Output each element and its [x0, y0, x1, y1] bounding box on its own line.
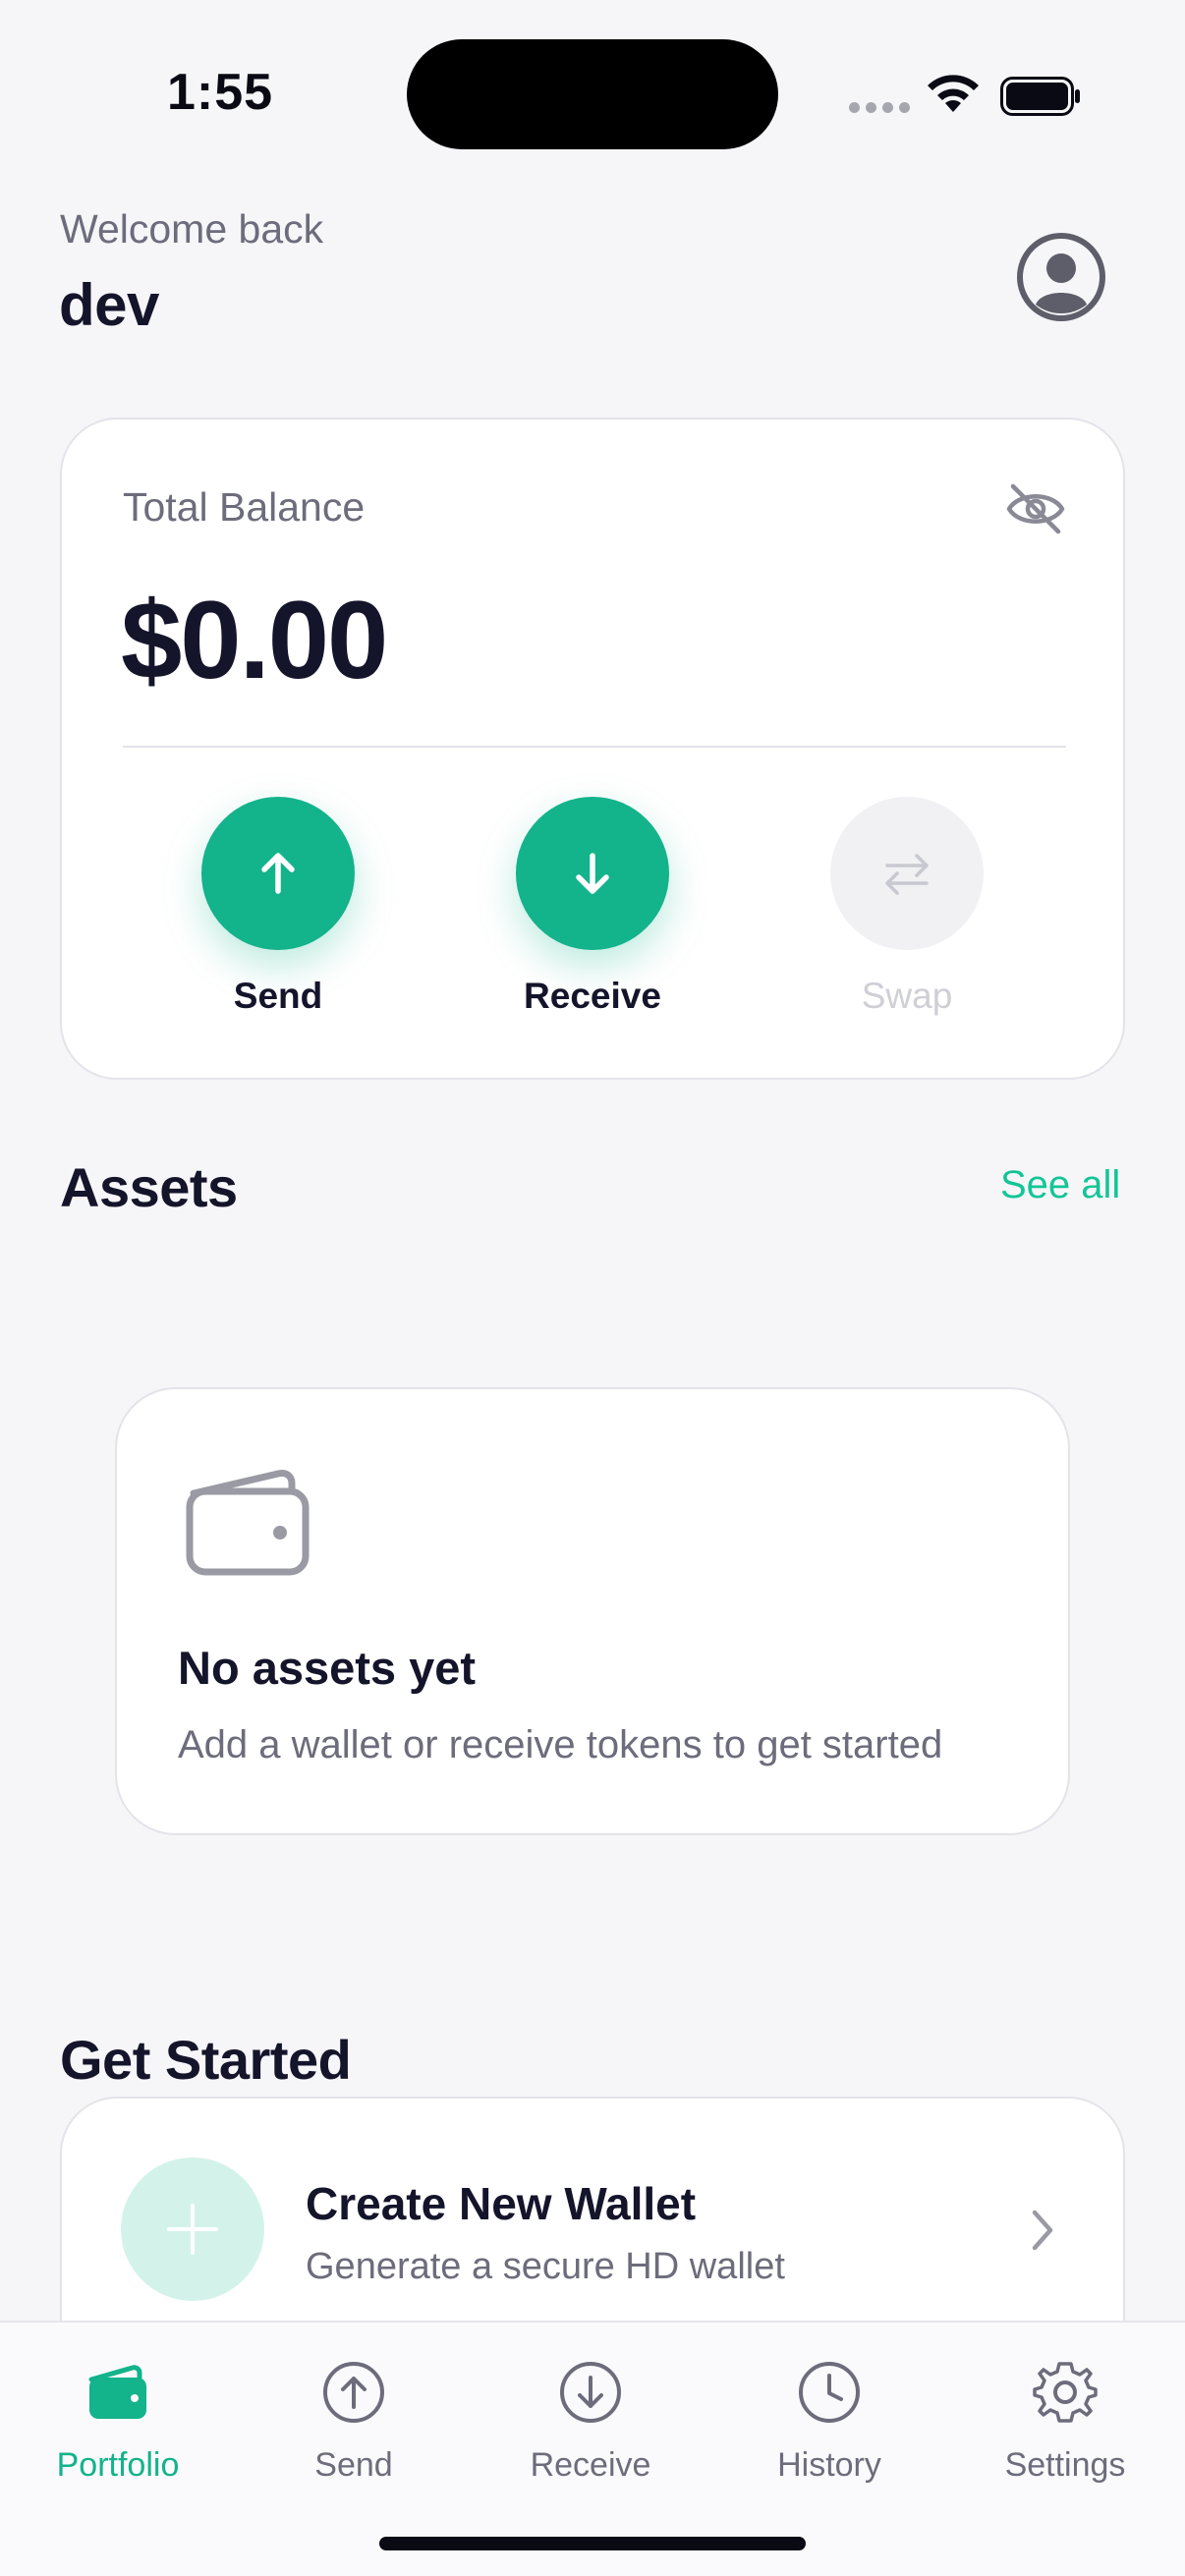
tab-portfolio-label: Portfolio [56, 2446, 180, 2484]
receive-action-label: Receive [524, 976, 661, 1016]
tab-settings[interactable]: Settings [947, 2358, 1183, 2485]
see-all-link[interactable]: See all [1000, 1163, 1120, 1207]
tab-receive-label: Receive [530, 2446, 651, 2484]
wallet-icon [186, 1470, 310, 1576]
receive-tab-icon [560, 2362, 621, 2423]
username: dev [59, 272, 159, 338]
balance-amount: $0.00 [121, 579, 388, 701]
chevron-right-icon [1032, 2210, 1053, 2251]
clock-icon [799, 2362, 860, 2423]
tab-history[interactable]: History [711, 2358, 947, 2485]
send-action-button[interactable]: Send [180, 797, 376, 1017]
plus-icon [167, 2204, 218, 2255]
balance-label: Total Balance [123, 484, 366, 530]
portfolio-screen: 1:55 Welcome back dev Total Balance $0.0… [0, 0, 1185, 2576]
battery-icon [1000, 77, 1080, 116]
swap-arrows-icon [885, 854, 929, 895]
wallet-tab-icon [88, 2365, 146, 2419]
balance-divider [123, 746, 1066, 748]
receive-circle[interactable] [516, 797, 669, 950]
swap-circle[interactable] [830, 797, 984, 950]
arrow-up-icon [261, 853, 295, 894]
create-wallet-title: Create New Wallet [306, 2178, 697, 2229]
get-started-title: Get Started [60, 2029, 352, 2091]
create-wallet-icon-circle [121, 2157, 264, 2301]
welcome-text: Welcome back [60, 206, 324, 252]
home-indicator [379, 2537, 806, 2550]
send-action-label: Send [233, 976, 323, 1016]
profile-avatar-icon[interactable] [1016, 232, 1106, 322]
balance-card: Total Balance $0.00 Send Receive Swap [60, 418, 1125, 1080]
empty-state-subtitle: Add a wallet or receive tokens to get st… [178, 1723, 943, 1766]
wifi-icon [928, 75, 979, 112]
assets-empty-state: No assets yet Add a wallet or receive to… [115, 1387, 1070, 1835]
tab-send-label: Send [314, 2446, 393, 2484]
eye-off-icon[interactable] [1005, 482, 1066, 535]
tab-portfolio[interactable]: Portfolio [0, 2358, 236, 2485]
dynamic-island [407, 39, 778, 149]
tab-settings-label: Settings [1004, 2446, 1126, 2484]
receive-action-button[interactable]: Receive [494, 797, 691, 1017]
tab-send[interactable]: Send [236, 2358, 472, 2485]
cellular-signal-icon [849, 102, 910, 113]
tab-history-label: History [777, 2446, 881, 2484]
gear-icon [1033, 2362, 1098, 2423]
send-tab-icon [323, 2362, 384, 2423]
empty-state-title: No assets yet [178, 1642, 477, 1694]
create-wallet-subtitle: Generate a secure HD wallet [306, 2246, 785, 2287]
swap-action-button[interactable]: Swap [809, 797, 1005, 1017]
send-circle[interactable] [201, 797, 355, 950]
status-time: 1:55 [167, 64, 274, 121]
assets-section-title: Assets [60, 1156, 238, 1218]
swap-action-label: Swap [861, 976, 953, 1016]
arrow-down-icon [576, 853, 609, 894]
tab-receive[interactable]: Receive [473, 2358, 708, 2485]
